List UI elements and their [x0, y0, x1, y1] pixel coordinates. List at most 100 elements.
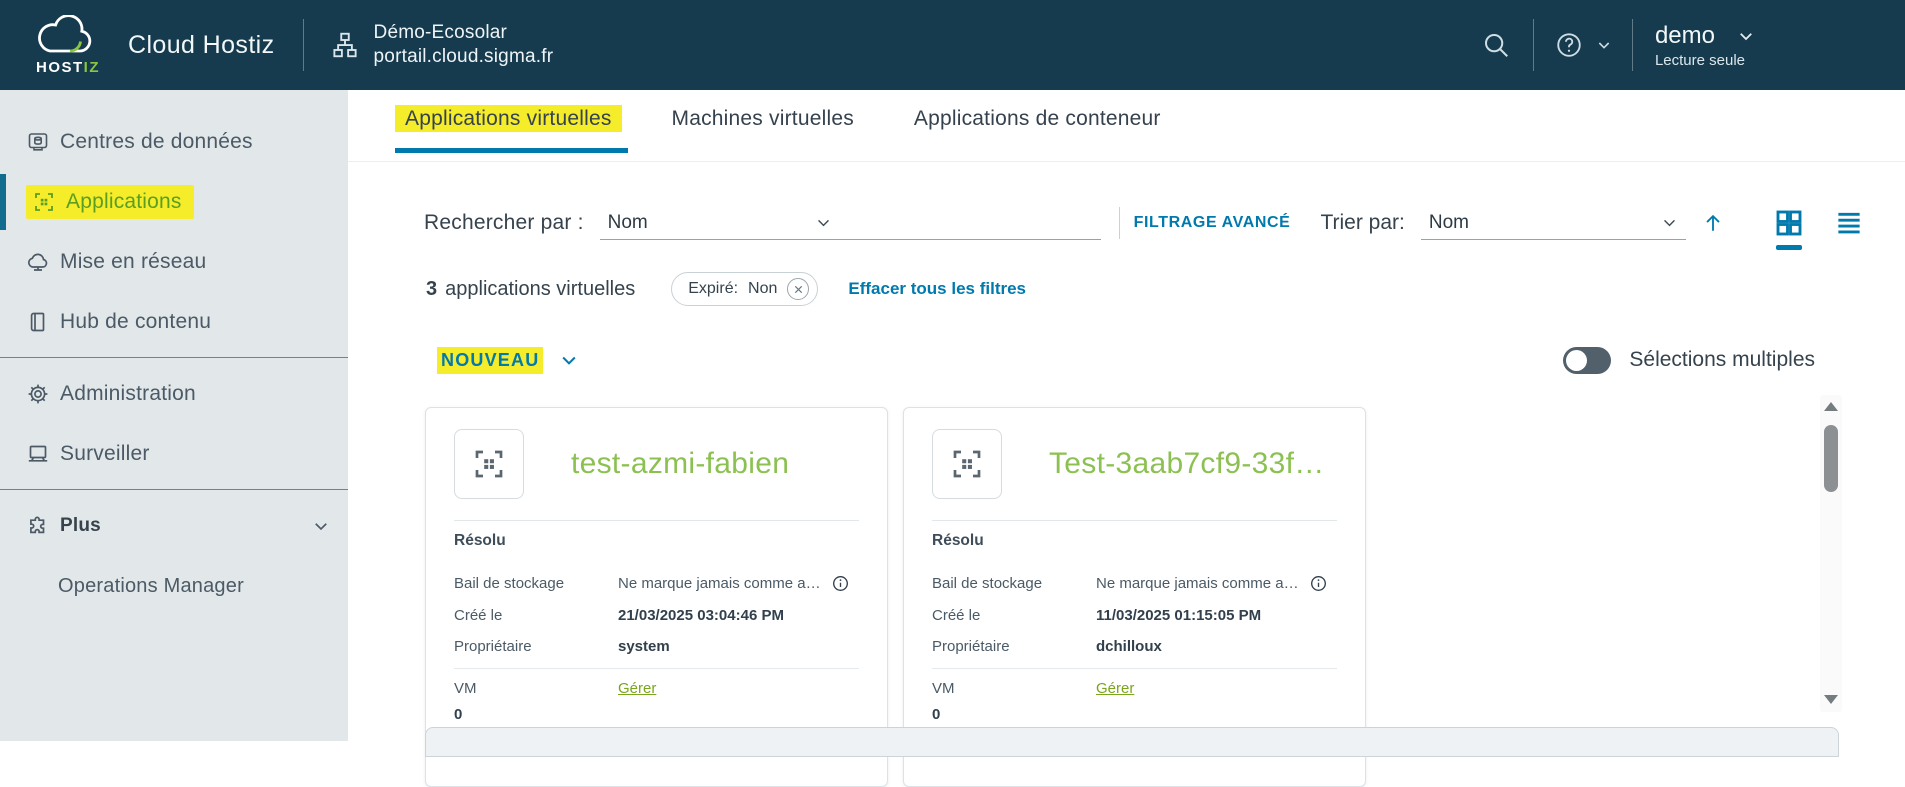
- header-divider: [1632, 19, 1633, 71]
- sidebar-item-label: Centres de données: [60, 130, 253, 154]
- new-button[interactable]: NOUVEAU: [437, 347, 579, 374]
- info-icon[interactable]: [831, 574, 850, 593]
- manage-vm-link[interactable]: Gérer: [1096, 680, 1134, 697]
- sidebar-divider: [0, 357, 348, 358]
- header-divider: [303, 19, 304, 71]
- sort-direction-button[interactable]: [1702, 211, 1724, 235]
- main-content: Applications virtuelles Machines virtuel…: [348, 90, 1905, 741]
- chevron-down-icon: [312, 517, 330, 535]
- chevron-down-icon: [559, 350, 579, 370]
- brand-name: Cloud Hostiz: [128, 31, 275, 60]
- grid-view-button[interactable]: [1774, 208, 1804, 238]
- content-hub-icon: [26, 310, 50, 334]
- vapp-grid-icon: [949, 446, 985, 482]
- username: demo: [1655, 22, 1715, 50]
- filter-chip-value: Non: [748, 280, 777, 298]
- annotation-highlight: Applications: [26, 185, 194, 219]
- multi-select-group: Sélections multiples: [1563, 347, 1815, 374]
- scroll-down-arrow[interactable]: [1823, 694, 1839, 706]
- scroll-up-arrow[interactable]: [1823, 401, 1839, 413]
- cloud-network-icon: [26, 250, 50, 274]
- vapp-title-link[interactable]: test-azmi-fabien: [571, 447, 789, 481]
- tab-container-applications[interactable]: Applications de conteneur: [914, 90, 1171, 162]
- list-view-button[interactable]: [1833, 208, 1865, 238]
- sort-field-select[interactable]: Nom: [1421, 206, 1686, 240]
- tab-virtual-machines[interactable]: Machines virtuelles: [672, 90, 864, 162]
- info-icon[interactable]: [1309, 574, 1328, 593]
- monitor-icon: [26, 442, 50, 466]
- vapp-grid-icon: [32, 190, 56, 214]
- help-menu[interactable]: [1554, 30, 1612, 60]
- filter-toolbar: Rechercher par : Nom FILTRAGE AVANCÉ Tri…: [424, 206, 1905, 240]
- sidebar-item-networking[interactable]: Mise en réseau: [0, 232, 348, 292]
- card-divider: [454, 668, 859, 669]
- actions-row: NOUVEAU Sélections multiples: [424, 345, 1905, 375]
- created-value: 21/03/2025 03:04:46 PM: [618, 607, 784, 624]
- clear-all-filters-link[interactable]: Effacer tous les filtres: [848, 279, 1026, 299]
- sidebar-item-more[interactable]: Plus: [0, 496, 348, 556]
- tenant-selector[interactable]: Démo-Ecosolar portail.cloud.sigma.fr: [374, 21, 554, 69]
- sidebar-item-content-hub[interactable]: Hub de contenu: [0, 292, 348, 352]
- advanced-filter-button[interactable]: FILTRAGE AVANCÉ: [1134, 214, 1291, 232]
- vm-count: 0: [932, 706, 1337, 723]
- manage-vm-link[interactable]: Gérer: [618, 680, 656, 697]
- chevron-down-icon: [815, 214, 832, 231]
- multi-select-toggle[interactable]: [1563, 347, 1611, 374]
- recent-tasks-panel[interactable]: [425, 727, 1839, 757]
- scrollbar-thumb[interactable]: [1824, 425, 1838, 492]
- vm-row: VM Gérer: [932, 680, 1337, 697]
- filter-chip-expired[interactable]: Expiré: Non: [671, 272, 818, 306]
- sidebar-item-applications[interactable]: Applications: [0, 172, 348, 232]
- sidebar-item-monitor[interactable]: Surveiller: [0, 424, 348, 484]
- brand-logo[interactable]: HOSTIZ: [36, 15, 102, 76]
- sidebar-item-administration[interactable]: Administration: [0, 364, 348, 424]
- search-input[interactable]: [840, 206, 1101, 240]
- grid-view-icon: [1774, 208, 1804, 238]
- sidebar-item-label: Applications: [66, 190, 182, 214]
- vapp-status: Résolu: [454, 532, 859, 550]
- puzzle-icon: [26, 514, 50, 538]
- results-summary: 3 applications virtuelles Expiré: Non Ef…: [426, 272, 1905, 306]
- search-button[interactable]: [1481, 30, 1511, 60]
- created-row: Créé le 21/03/2025 03:04:46 PM: [454, 607, 859, 624]
- vapp-tile: [932, 429, 1002, 499]
- top-header: HOSTIZ Cloud Hostiz Démo-Ecosolar portai…: [0, 0, 1905, 90]
- sidebar-divider: [0, 489, 348, 490]
- tenant-name: Démo-Ecosolar: [374, 21, 554, 45]
- vapp-grid-icon: [471, 446, 507, 482]
- list-view-icon: [1833, 208, 1865, 238]
- sidebar-item-datacenters[interactable]: Centres de données: [0, 112, 348, 172]
- sidebar-item-label: Surveiller: [60, 442, 150, 466]
- search-icon: [1481, 30, 1511, 60]
- vm-count: 0: [454, 706, 859, 723]
- tenant-domain: portail.cloud.sigma.fr: [374, 45, 554, 69]
- filter-chip-label: Expiré:: [688, 280, 738, 298]
- vapp-title-link[interactable]: Test-3aab7cf9-33f…: [1049, 447, 1325, 481]
- tab-virtual-applications[interactable]: Applications virtuelles: [405, 90, 622, 162]
- sidebar-item-operations-manager[interactable]: Operations Manager: [0, 564, 348, 608]
- owner-value: dchilloux: [1096, 638, 1162, 655]
- user-menu[interactable]: demo Lecture seule: [1655, 22, 1755, 69]
- results-count: 3: [426, 278, 437, 301]
- user-role-badge: Lecture seule: [1655, 52, 1755, 69]
- sort-by-label: Trier par:: [1320, 211, 1404, 235]
- content-pane: Rechercher par : Nom FILTRAGE AVANCÉ Tri…: [348, 206, 1905, 787]
- created-row: Créé le 11/03/2025 01:15:05 PM: [932, 607, 1337, 624]
- chevron-down-icon: [1596, 37, 1612, 53]
- chip-remove-button[interactable]: [787, 278, 809, 300]
- sidebar-item-label: Hub de contenu: [60, 310, 211, 334]
- owner-row: Propriétaire system: [454, 638, 859, 655]
- search-field-select[interactable]: Nom: [600, 206, 840, 240]
- vapp-status: Résolu: [932, 532, 1337, 550]
- sidebar-item-label: Administration: [60, 382, 196, 406]
- multi-select-label: Sélections multiples: [1629, 348, 1815, 372]
- chevron-down-icon: [1737, 27, 1755, 45]
- owner-value: system: [618, 638, 670, 655]
- storage-lease-value: Ne marque jamais comme a…: [618, 575, 821, 592]
- created-value: 11/03/2025 01:15:05 PM: [1096, 607, 1261, 624]
- toolbar-divider: [1119, 207, 1120, 239]
- cards-scrollbar[interactable]: [1820, 395, 1842, 712]
- tenant-tree-icon: [330, 30, 360, 60]
- header-divider: [1533, 19, 1534, 71]
- sidebar: Centres de données Applications: [0, 90, 348, 741]
